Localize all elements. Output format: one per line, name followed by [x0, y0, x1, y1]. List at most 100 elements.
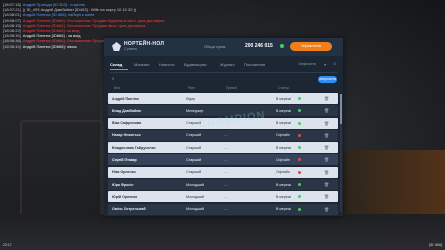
- member-name: Віка Сафронова: [112, 121, 142, 126]
- member-name: Юра Фросін: [112, 182, 134, 187]
- tab-active-indicator: [110, 69, 128, 70]
- member-row[interactable]: Ожінь Острельний Молодший — В мережі 🗑: [108, 203, 338, 215]
- tab-journal[interactable]: Журнал: [220, 62, 235, 67]
- member-status: В мережі: [276, 121, 292, 126]
- tab-bar: Склад Магазин Новости Будівництво Журнал…: [110, 60, 338, 70]
- search-icon[interactable]: ⌕: [112, 76, 115, 81]
- member-row[interactable]: Назар Нежитьєс Старший — Офлайн 🗑: [108, 129, 338, 141]
- member-list: Андрій Пантюх Лідер В мережі 🗑 Влад Давібайк…: [108, 93, 338, 216]
- trash-icon[interactable]: 🗑: [324, 121, 329, 126]
- member-rank: Старший: [186, 170, 202, 175]
- menu-icon[interactable]: ≡: [333, 61, 336, 66]
- status-dot-icon: [298, 158, 301, 162]
- member-status: Офлайн: [276, 170, 290, 175]
- member-rank: Менеджер: [186, 108, 204, 113]
- col-rank: Ранг: [188, 86, 196, 90]
- member-rank: Старший: [186, 145, 202, 150]
- hud-clock: 22:17: [3, 243, 12, 247]
- member-name: Андрій Пантюх: [112, 96, 139, 101]
- invite-button[interactable]: Запросити: [318, 76, 337, 83]
- member-rank: Старший: [186, 157, 202, 162]
- member-status: Офлайн: [276, 157, 290, 162]
- chevron-down-icon[interactable]: ▾: [324, 62, 326, 67]
- member-row[interactable]: Андрій Пантюх Лідер В мережі 🗑: [108, 93, 338, 104]
- background-chair: [20, 120, 104, 224]
- money-value: 200 246 015: [245, 43, 273, 49]
- tab-shop[interactable]: Магазин: [134, 62, 149, 67]
- tab-news[interactable]: Новости: [159, 62, 174, 67]
- chat-timestamp: [18:08:36]: [3, 38, 21, 44]
- col-status: Статус: [278, 86, 290, 90]
- trash-icon[interactable]: 🗑: [324, 145, 329, 150]
- trash-icon[interactable]: 🗑: [324, 108, 329, 113]
- trash-icon[interactable]: 🗑: [324, 133, 329, 138]
- member-bonus: —: [224, 145, 228, 150]
- col-name: Ім'я: [114, 86, 120, 90]
- member-rank: Молодший: [186, 194, 205, 199]
- tab-sklad[interactable]: Склад: [110, 62, 122, 67]
- trash-icon[interactable]: 🗑: [324, 96, 329, 101]
- status-dot-icon: [298, 183, 301, 187]
- member-bonus: —: [224, 194, 228, 199]
- chat-timestamp: [18:08:01]: [3, 12, 21, 18]
- tab-invite-link[interactable]: Запросити: [298, 62, 316, 66]
- org-emblem-icon: [112, 42, 121, 51]
- chat-timestamp: [18:08:44]: [3, 43, 21, 49]
- member-bonus: —: [224, 170, 228, 175]
- money-label: Обща сума:: [204, 44, 227, 49]
- tab-building[interactable]: Будівництво: [184, 62, 207, 67]
- member-status: В мережі: [276, 207, 292, 212]
- divider: [110, 72, 338, 73]
- member-status: В мережі: [276, 108, 292, 113]
- member-rank: Лідер: [186, 96, 196, 101]
- status-dot-icon: [298, 109, 301, 113]
- member-row[interactable]: Владислава Гайдученко Старший — В мережі 🗑: [108, 142, 338, 154]
- member-row[interactable]: Юрій Орленко Молодший — В мережі 🗑: [108, 191, 338, 203]
- coin-icon: [280, 44, 284, 48]
- status-dot-icon: [298, 121, 301, 125]
- org-level: 2 рівень: [124, 47, 138, 51]
- member-row[interactable]: Ніка Орленко Старший — Офлайн 🗑: [108, 166, 338, 178]
- chat-timestamp: [18:08:07]: [3, 17, 21, 23]
- member-name: Юрій Орленко: [112, 194, 138, 199]
- status-dot-icon: [298, 170, 301, 174]
- member-name: Ніка Орленко: [112, 170, 136, 175]
- member-status: В мережі: [276, 96, 292, 101]
- member-row[interactable]: Юра Фросін Молодший — В мережі 🗑: [108, 179, 338, 191]
- member-bonus: —: [224, 157, 228, 162]
- status-dot-icon: [298, 133, 301, 137]
- scrollbar[interactable]: [340, 94, 342, 212]
- tab-rules[interactable]: Положення: [244, 62, 265, 67]
- member-name: Влад Давібайкін: [112, 108, 142, 113]
- table-header: Ім'я Ранг Премії Статус: [110, 86, 338, 92]
- trash-icon[interactable]: 🗑: [324, 170, 329, 175]
- member-status: В мережі: [276, 194, 292, 199]
- member-name: Ожінь Острельний: [112, 207, 146, 212]
- member-rank: Молодший: [186, 182, 205, 187]
- trash-icon[interactable]: 🗑: [324, 207, 329, 212]
- status-dot-icon: [298, 97, 301, 100]
- status-dot-icon: [298, 207, 301, 211]
- hud-player-id: [ID: 666]: [428, 243, 442, 247]
- member-status: В мережі: [276, 145, 292, 150]
- member-name: Сергій Птамір: [112, 157, 137, 162]
- member-status: Офлайн: [276, 133, 290, 138]
- member-name: Назар Нежитьєс: [112, 133, 141, 138]
- member-bonus: —: [224, 182, 228, 187]
- member-bonus: —: [224, 207, 228, 212]
- manage-button[interactable]: Управління: [290, 42, 332, 51]
- member-rank: Старший: [186, 133, 202, 138]
- status-dot-icon: [298, 195, 301, 199]
- trash-icon[interactable]: 🗑: [324, 194, 329, 199]
- scroll-thumb[interactable]: [340, 94, 342, 124]
- trash-icon[interactable]: 🗑: [324, 182, 329, 187]
- trash-icon[interactable]: 🗑: [324, 157, 329, 162]
- member-bonus: —: [224, 133, 228, 138]
- org-logo: НОРТЕЙН-НОЛ 2 рівень: [112, 41, 172, 53]
- status-dot-icon: [298, 146, 301, 150]
- panel-header: НОРТЕЙН-НОЛ 2 рівень Обща сума: 200 246 …: [104, 38, 343, 56]
- member-rank: Молодший: [186, 207, 205, 212]
- background-floor: [0, 214, 445, 250]
- member-row[interactable]: Сергій Птамір Старший — Офлайн 🗑: [108, 154, 338, 166]
- member-status: В мережі: [276, 182, 292, 187]
